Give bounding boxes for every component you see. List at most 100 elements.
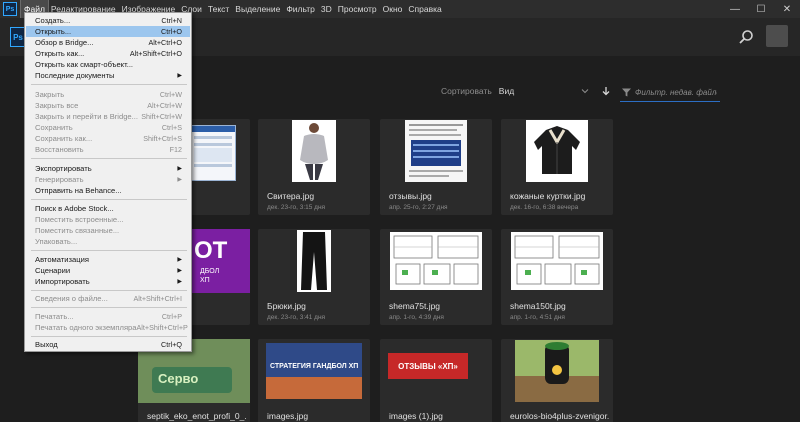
menu-item-import[interactable]: Импортировать ▶ xyxy=(26,276,190,287)
menu-item-recent-documents[interactable]: Последние документы ▶ xyxy=(26,70,190,81)
file-thumbnail xyxy=(258,229,370,293)
menu-type[interactable]: Текст xyxy=(205,0,232,18)
file-date: дек. 16-го, 6:38 вечера xyxy=(510,204,579,211)
menu-view[interactable]: Просмотр xyxy=(335,0,380,18)
thumb-text: Серво xyxy=(158,371,199,386)
submenu-arrow-icon: ▶ xyxy=(177,279,182,285)
menu-separator xyxy=(31,199,187,200)
recent-file-card[interactable]: shema75t.jpg апр. 1-го, 4:39 дня xyxy=(380,229,492,325)
menu-separator xyxy=(31,336,187,337)
menu-item-search-adobe-stock[interactable]: Поиск в Adobe Stock... xyxy=(26,203,190,214)
file-menu-dropdown: Создать... Ctrl+N Открыть... Ctrl+O Обзор … xyxy=(24,12,192,352)
window-controls: — ☐ ✕ xyxy=(722,0,800,18)
menu-item-new[interactable]: Создать... Ctrl+N xyxy=(26,15,190,26)
thumb-text: СТРАТЕГИЯ ГАНДБОЛ ХП xyxy=(270,363,359,370)
file-thumbnail xyxy=(501,119,613,183)
menu-item-automate[interactable]: Автоматизация ▶ xyxy=(26,254,190,265)
profile-avatar[interactable] xyxy=(766,25,788,47)
menu-help[interactable]: Справка xyxy=(405,0,444,18)
menu-item-place-linked[interactable]: Поместить связанные... xyxy=(26,225,190,236)
menu-item-share-behance[interactable]: Отправить на Behance... xyxy=(26,185,190,196)
file-name: septik_eko_enot_profi_0_... xyxy=(147,411,247,421)
file-date: дек. 23-го, 3:41 дня xyxy=(267,314,326,321)
menu-separator xyxy=(31,290,187,291)
menu-item-package[interactable]: Упаковать... xyxy=(26,236,190,247)
file-date: апр. 1-го, 4:51 дня xyxy=(510,314,565,321)
menu-item-save-as[interactable]: Сохранить как... Shift+Ctrl+S xyxy=(26,133,190,144)
sort-control: Сортировать Вид xyxy=(441,86,611,96)
file-name: shema150t.jpg xyxy=(510,301,566,311)
thumb-text: ОТЗЫВЫ «ХП» xyxy=(398,361,458,371)
menu-item-save[interactable]: Сохранить Ctrl+S xyxy=(26,122,190,133)
file-thumbnail xyxy=(380,119,492,183)
menu-select[interactable]: Выделение xyxy=(232,0,283,18)
file-thumbnail xyxy=(380,229,492,293)
menu-filter[interactable]: Фильтр xyxy=(283,0,318,18)
search-icon[interactable] xyxy=(738,29,754,45)
sort-label: Сортировать xyxy=(441,86,492,96)
menu-item-scripts[interactable]: Сценарии ▶ xyxy=(26,265,190,276)
file-name: eurolos-bio4plus-zvenigor... xyxy=(510,411,610,421)
file-name: отзывы.jpg xyxy=(389,191,432,201)
filter-recent-files-input[interactable] xyxy=(635,88,717,97)
file-name: кожаные куртки.jpg xyxy=(510,191,586,201)
funnel-icon xyxy=(622,88,631,97)
menu-separator xyxy=(31,158,187,159)
recent-file-card[interactable]: кожаные куртки.jpg дек. 16-го, 6:38 вече… xyxy=(501,119,613,215)
menu-separator xyxy=(31,307,187,308)
submenu-arrow-icon: ▶ xyxy=(177,73,182,79)
menu-item-close-all[interactable]: Закрыть все Alt+Ctrl+W xyxy=(26,100,190,111)
recent-file-card[interactable]: Брюки.jpg дек. 23-го, 3:41 дня xyxy=(258,229,370,325)
recent-file-card[interactable]: shema150t.jpg апр. 1-го, 4:51 дня xyxy=(501,229,613,325)
photoshop-logo-icon: Ps xyxy=(3,2,17,16)
menu-item-open-as[interactable]: Открыть как... Alt+Shift+Ctrl+O xyxy=(26,48,190,59)
file-name: Свитера.jpg xyxy=(267,191,315,201)
recent-file-card[interactable]: СТРАТЕГИЯ ГАНДБОЛ ХП images.jpg xyxy=(258,339,370,422)
recent-file-card[interactable]: ОТЗЫВЫ «ХП» images (1).jpg xyxy=(380,339,492,422)
menu-item-print-one-copy[interactable]: Печатать одного экземпляра Alt+Shift+Ctrl… xyxy=(26,322,190,333)
sort-dropdown[interactable]: Вид xyxy=(499,86,577,96)
file-thumbnail: СТРАТЕГИЯ ГАНДБОЛ ХП xyxy=(258,339,370,403)
recent-file-card[interactable]: Свитера.jpg дек. 23-го, 3:15 дня xyxy=(258,119,370,215)
menu-item-generate[interactable]: Генерировать ▶ xyxy=(26,174,190,185)
menu-3d[interactable]: 3D xyxy=(318,0,335,18)
maximize-button[interactable]: ☐ xyxy=(748,0,774,18)
menu-item-place-embedded[interactable]: Поместить встроенные... xyxy=(26,214,190,225)
sort-direction-arrow-icon[interactable] xyxy=(601,86,611,96)
menu-item-print[interactable]: Печатать... Ctrl+P xyxy=(26,311,190,322)
submenu-arrow-icon: ▶ xyxy=(177,177,182,183)
menu-item-export[interactable]: Экспортировать ▶ xyxy=(26,163,190,174)
file-thumbnail xyxy=(258,119,370,183)
menu-separator xyxy=(31,84,187,85)
file-name: shema75t.jpg xyxy=(389,301,441,311)
recent-file-card[interactable]: eurolos-bio4plus-zvenigor... xyxy=(501,339,613,422)
filter-field xyxy=(620,84,720,102)
close-button[interactable]: ✕ xyxy=(774,0,800,18)
file-date: апр. 25-го, 2:27 дня xyxy=(389,204,448,211)
minimize-button[interactable]: — xyxy=(722,0,748,18)
file-thumbnail xyxy=(501,339,613,403)
menu-separator xyxy=(31,250,187,251)
file-date: дек. 23-го, 3:15 дня xyxy=(267,204,326,211)
menu-window[interactable]: Окно xyxy=(380,0,406,18)
recent-file-card[interactable]: отзывы.jpg апр. 25-го, 2:27 дня xyxy=(380,119,492,215)
submenu-arrow-icon: ▶ xyxy=(177,268,182,274)
file-name: images (1).jpg xyxy=(389,411,443,421)
thumb-text: OT xyxy=(194,237,228,264)
submenu-arrow-icon: ▶ xyxy=(177,257,182,263)
file-name: images.jpg xyxy=(267,411,309,421)
file-thumbnail xyxy=(501,229,613,293)
menu-item-file-info[interactable]: Сведения о файле... Alt+Shift+Ctrl+I xyxy=(26,293,190,304)
menu-item-open-smart-object[interactable]: Открыть как смарт-объект... xyxy=(26,59,190,70)
file-date: апр. 1-го, 4:39 дня xyxy=(389,314,444,321)
thumb-subtext: ДБОЛ ХП xyxy=(200,268,220,284)
menu-item-close[interactable]: Закрыть Ctrl+W xyxy=(26,89,190,100)
file-thumbnail: ОТЗЫВЫ «ХП» xyxy=(380,339,492,403)
chevron-down-icon[interactable] xyxy=(581,87,589,95)
submenu-arrow-icon: ▶ xyxy=(177,166,182,172)
menu-item-exit[interactable]: Выход Ctrl+Q xyxy=(26,339,190,350)
menu-item-close-go-bridge[interactable]: Закрыть и перейти в Bridge... Shift+Ctrl+… xyxy=(26,111,190,122)
menu-item-open[interactable]: Открыть... Ctrl+O xyxy=(26,26,190,37)
menu-item-revert[interactable]: Восстановить F12 xyxy=(26,144,190,155)
menu-item-browse-bridge[interactable]: Обзор в Bridge... Alt+Ctrl+O xyxy=(26,37,190,48)
